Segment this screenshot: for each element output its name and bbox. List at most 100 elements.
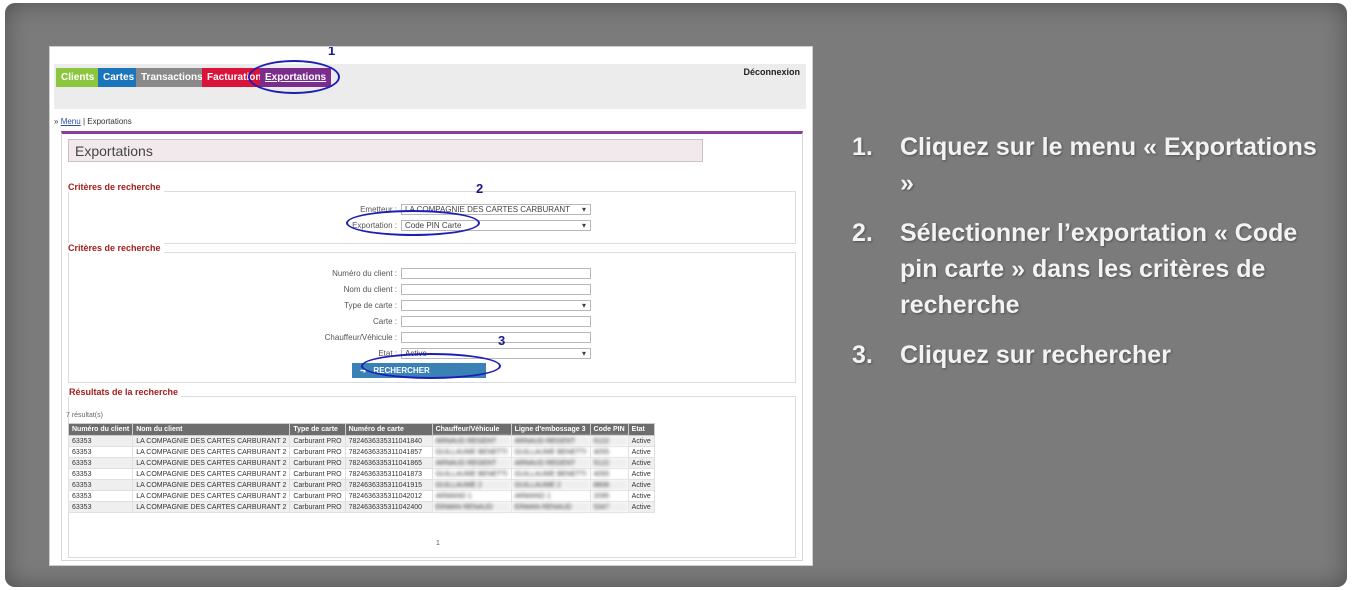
cell: 5122 xyxy=(589,435,629,447)
table-row[interactable]: 63353 LA COMPAGNIE DES CARTES CARBURANT 2… xyxy=(67,501,655,513)
card-type-label: Type de carte : xyxy=(344,301,397,310)
table-row[interactable]: 63353 LA COMPAGNIE DES CARTES CARBURANT 2… xyxy=(67,457,655,469)
tab-exportations[interactable]: Exportations xyxy=(260,68,332,87)
col-header[interactable]: Ligne d'embossage 3 xyxy=(510,423,591,436)
state-select[interactable]: Active xyxy=(401,348,591,359)
results-count: 7 résultat(s) xyxy=(66,412,103,419)
cell: LA COMPAGNIE DES CARTES CARBURANT 2 xyxy=(132,479,291,491)
cell: LA COMPAGNIE DES CARTES CARBURANT 2 xyxy=(132,457,291,469)
cell: 5122 xyxy=(589,457,629,469)
cell: GUILLAUME 2 xyxy=(510,479,591,491)
cell: 4055 xyxy=(589,446,629,458)
cell: ARNAUD REGENT xyxy=(510,435,591,447)
cell: 7824636335311041857 xyxy=(344,446,433,458)
cell: Carburant PRO xyxy=(289,479,346,491)
card-type-select[interactable] xyxy=(401,300,591,311)
col-header[interactable]: Chauffeur/Véhicule xyxy=(431,423,512,436)
col-header[interactable]: Code PIN xyxy=(589,423,629,436)
tab-transactions[interactable]: Transactions xyxy=(136,68,208,87)
cell: 63353 xyxy=(67,446,134,458)
section-title: Critères de recherche xyxy=(65,182,164,192)
driver-vehicle-input[interactable] xyxy=(401,332,591,343)
slide-panel: Clients Cartes Transactions Facturation … xyxy=(5,3,1347,587)
cell: 5347 xyxy=(589,501,629,513)
col-header[interactable]: Etat xyxy=(627,423,655,436)
search-button[interactable]: ➜ RECHERCHER xyxy=(352,363,486,378)
cell: 7824636335311041865 xyxy=(344,457,433,469)
table-row[interactable]: 63353 LA COMPAGNIE DES CARTES CARBURANT 2… xyxy=(67,435,655,447)
cell: GUILLAUME BENETTI xyxy=(431,446,512,458)
annotation-number-2: 2 xyxy=(476,181,484,196)
cell: GUILLAUME BENETTI xyxy=(510,446,591,458)
cell: ERWAN RENAUD xyxy=(510,501,591,513)
emetteur-label: Emetteur : xyxy=(360,205,397,214)
step-number: 1. xyxy=(852,133,873,161)
cell: LA COMPAGNIE DES CARTES CARBURANT 2 xyxy=(132,468,291,480)
cell: LA COMPAGNIE DES CARTES CARBURANT 2 xyxy=(132,435,291,447)
cell: Active xyxy=(627,490,655,502)
cell: GUILLAUME BENETTI xyxy=(510,468,591,480)
cell: Carburant PRO xyxy=(289,490,346,502)
results-table: Numéro du client Nom du client Type de c… xyxy=(67,423,655,513)
cell: 63353 xyxy=(67,490,134,502)
cell: Carburant PRO xyxy=(289,446,346,458)
pagination[interactable]: 1 xyxy=(436,540,440,547)
cell: Active xyxy=(627,479,655,491)
cell: ARMAND 1 xyxy=(431,490,512,502)
cell: 7824636335311041873 xyxy=(344,468,433,480)
exportation-label: Exportation : xyxy=(352,221,397,230)
cell: LA COMPAGNIE DES CARTES CARBURANT 2 xyxy=(132,446,291,458)
section-title: Critères de recherche xyxy=(65,243,164,253)
step-number: 3. xyxy=(852,341,873,369)
cell: 7824636335311041915 xyxy=(344,479,433,491)
cell: ARMAND 1 xyxy=(510,490,591,502)
card-input[interactable] xyxy=(401,316,591,327)
emetteur-select[interactable]: LA COMPAGNIE DES CARTES CARBURANT xyxy=(401,204,591,215)
tab-facturation[interactable]: Facturation xyxy=(202,68,267,87)
table-row[interactable]: 63353 LA COMPAGNIE DES CARTES CARBURANT 2… xyxy=(67,490,655,502)
tab-cartes[interactable]: Cartes xyxy=(98,68,140,87)
cell: Active xyxy=(627,501,655,513)
cell: ARNAUD REGENT xyxy=(431,457,512,469)
col-header[interactable]: Numéro du client xyxy=(67,423,134,436)
col-header[interactable]: Type de carte xyxy=(289,423,346,436)
breadcrumb-menu-link[interactable]: Menu xyxy=(61,117,81,126)
cell: Active xyxy=(627,446,655,458)
table-row[interactable]: 63353 LA COMPAGNIE DES CARTES CARBURANT 2… xyxy=(67,446,655,458)
table-header-row: Numéro du client Nom du client Type de c… xyxy=(67,423,655,436)
cell: 7824636335311042012 xyxy=(344,490,433,502)
client-name-label: Nom du client : xyxy=(343,285,397,294)
table-row[interactable]: 63353 LA COMPAGNIE DES CARTES CARBURANT 2… xyxy=(67,479,655,491)
step-text: Cliquez sur rechercher xyxy=(900,341,1171,369)
instruction-step-1: 1. Cliquez sur le menu « Exportations » xyxy=(852,129,1322,201)
driver-vehicle-label: Chauffeur/Véhicule : xyxy=(324,333,397,342)
cell: LA COMPAGNIE DES CARTES CARBURANT 2 xyxy=(132,501,291,513)
cell: 63353 xyxy=(67,468,134,480)
app-screenshot: Clients Cartes Transactions Facturation … xyxy=(49,46,813,566)
step-number: 2. xyxy=(852,219,873,247)
client-number-input[interactable] xyxy=(401,268,591,279)
cell: Active xyxy=(627,457,655,469)
logout-link[interactable]: Déconnexion xyxy=(743,67,800,77)
col-header[interactable]: Numéro de carte xyxy=(344,423,433,436)
client-name-input[interactable] xyxy=(401,284,591,295)
step-text: Cliquez sur le menu « Exportations » xyxy=(900,133,1317,197)
cell: LA COMPAGNIE DES CARTES CARBURANT 2 xyxy=(132,490,291,502)
cell: 7824636335311041840 xyxy=(344,435,433,447)
cell: ARNAUD REGENT xyxy=(431,435,512,447)
state-label: Etat : xyxy=(378,349,397,358)
cell: 63353 xyxy=(67,501,134,513)
cell: 63353 xyxy=(67,457,134,469)
card-label: Carte : xyxy=(372,317,397,326)
tab-clients[interactable]: Clients xyxy=(56,68,100,87)
exportation-select[interactable]: Code PIN Carte xyxy=(401,220,591,231)
step-text: Sélectionner l’exportation « Code pin ca… xyxy=(900,219,1298,319)
col-header[interactable]: Nom du client xyxy=(132,423,291,436)
cell: Carburant PRO xyxy=(289,435,346,447)
breadcrumb-arrow-icon: » xyxy=(54,117,59,126)
breadcrumb-current: Exportations xyxy=(87,117,132,126)
top-nav-bar: Clients Cartes Transactions Facturation … xyxy=(54,64,806,109)
cell: 63353 xyxy=(67,479,134,491)
table-row[interactable]: 63353 LA COMPAGNIE DES CARTES CARBURANT 2… xyxy=(67,468,655,480)
client-number-label: Numéro du client : xyxy=(332,269,397,278)
